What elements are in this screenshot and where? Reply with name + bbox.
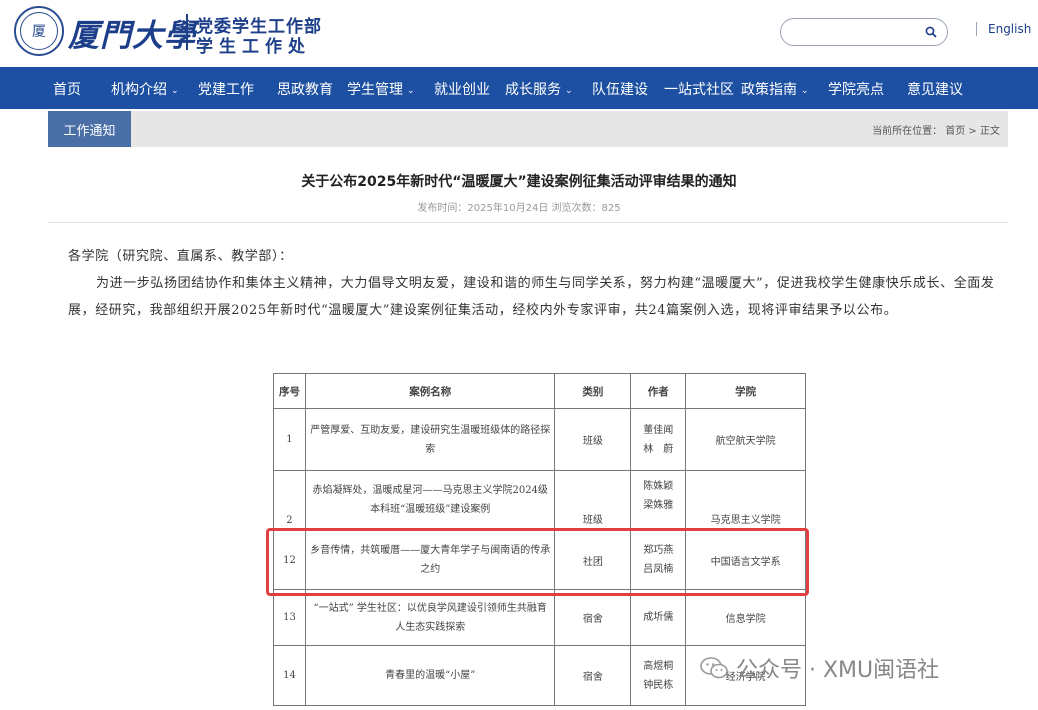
nav-item-one-stop-community[interactable]: 一站式社区 [664,79,738,99]
brand-divider [186,14,188,50]
logo-emblem: 厦 [20,12,58,50]
nav-item-employment[interactable]: 就业创业 [434,79,494,99]
cell-college: 航空航天学院 [685,408,806,471]
wechat-watermark: 公众号 · XMU闽语社 [700,652,939,684]
nav-item-growth-services[interactable]: 成长服务 ⌄ [505,79,573,99]
column-header: 案例名称 [304,373,556,409]
column-header: 序号 [273,373,306,409]
brand-name[interactable]: 厦門大學 [68,10,196,55]
cell-category: 宿舍 [554,645,632,706]
cell-category: 班级 [554,470,632,531]
nav-item-student-management[interactable]: 学生管理 ⌄ [347,79,415,99]
cell-college: 马克思主义学院 [685,470,806,531]
cell-name: 严管厚爱、互助友爱，建设研究生温暖班级体的路径探索 [304,408,556,471]
column-header: 学院 [685,373,806,409]
university-logo-icon[interactable]: 厦 [14,6,64,56]
chevron-down-icon: ⌄ [801,86,809,96]
table-row: 2 赤焰凝辉处，温暖成星河——马克思主义学院2024级本科班“温暖班级”建设案例… [273,470,806,531]
cell-name: 赤焰凝辉处，温暖成星河——马克思主义学院2024级本科班“温暖班级”建设案例 [312,485,548,515]
chevron-down-icon: ⌄ [407,86,415,96]
nav-item-feedback[interactable]: 意见建议 [907,79,967,99]
article-title: 关于公布2025年新时代“温暖厦大”建设案例征集活动评审结果的通知 [301,174,737,190]
section-bar: 工作通知 当前所在位置： 首页 > 正文 [48,111,1008,147]
article-meta: 发布时间：2025年10月24日 浏览次数：825 [417,203,621,214]
cell-category: 宿舍 [554,589,632,646]
watermark-text: 公众号 · XMU闽语社 [736,658,940,683]
nav-item-party-building[interactable]: 党建工作 [198,79,258,99]
cell-no: 1 [273,408,306,471]
cell-no: 2 [273,470,306,531]
divider [48,222,1008,223]
table-row: 13 “一站式” 学生社区：以优良学风建设引领师生共融育人生态实践探索 宿舍 成… [273,589,806,646]
cell-no: 14 [273,645,306,706]
cell-college: 信息学院 [685,589,806,646]
highlight-box [266,528,809,596]
search-input[interactable] [793,23,923,41]
nav-item-college-highlights[interactable]: 学院亮点 [828,79,888,99]
cell-author: 成圻儒 [630,589,687,646]
cell-category: 班级 [554,408,632,471]
tab-work-notices[interactable]: 工作通知 [48,111,131,147]
nav-item-team-building[interactable]: 队伍建设 [592,79,652,99]
chevron-down-icon: ⌄ [565,86,573,96]
breadcrumb[interactable]: 当前所在位置： 首页 > 正文 [872,122,1000,137]
nav-item-home[interactable]: 首页 [53,79,85,99]
nav-item-organization[interactable]: 机构介绍 ⌄ [111,79,179,99]
nav-item-ideology[interactable]: 思政教育 [277,79,337,99]
site-header: 厦 厦門大學 党委学生工作部 学生工作处 English [0,0,1038,67]
wechat-icon [700,657,728,679]
brand-subtitle-2: 学生工作处 [196,37,311,57]
search-icon[interactable] [925,26,937,38]
cell-no: 13 [273,589,306,646]
article-greeting: 各学院（研究院、直属系、教学部）： [68,249,293,264]
lang-separator [976,22,977,36]
nav-item-policy-guide[interactable]: 政策指南 ⌄ [741,79,809,99]
column-header: 作者 [630,373,687,409]
cell-author: 高煜桐 钟民栋 [630,645,687,706]
table-header-row: 序号 案例名称 类别 作者 学院 [273,373,806,409]
search-box[interactable] [780,18,948,46]
main-nav: 首页 机构介绍 ⌄ 党建工作 思政教育 学生管理 ⌄ 就业创业 成长服务 ⌄ 队伍建设… [0,67,1038,109]
cell-name: “一站式” 学生社区：以优良学风建设引领师生共融育人生态实践探索 [304,589,556,646]
language-switch-link[interactable]: English [988,22,1031,36]
column-header: 类别 [554,373,632,409]
article-body: 为进一步弘扬团结协作和集体主义精神，大力倡导文明友爱，建设和谐的师生与同学关系，… [68,276,995,318]
cell-author: 陈姝颖 梁姝雅 [630,470,687,531]
table-row: 1 严管厚爱、互助友爱，建设研究生温暖班级体的路径探索 班级 董佳闻 林 蔚 航… [273,408,806,471]
cell-name: 青春里的温暖“小屋” [304,645,556,706]
chevron-down-icon: ⌄ [171,86,179,96]
cell-author: 董佳闻 林 蔚 [630,408,687,471]
